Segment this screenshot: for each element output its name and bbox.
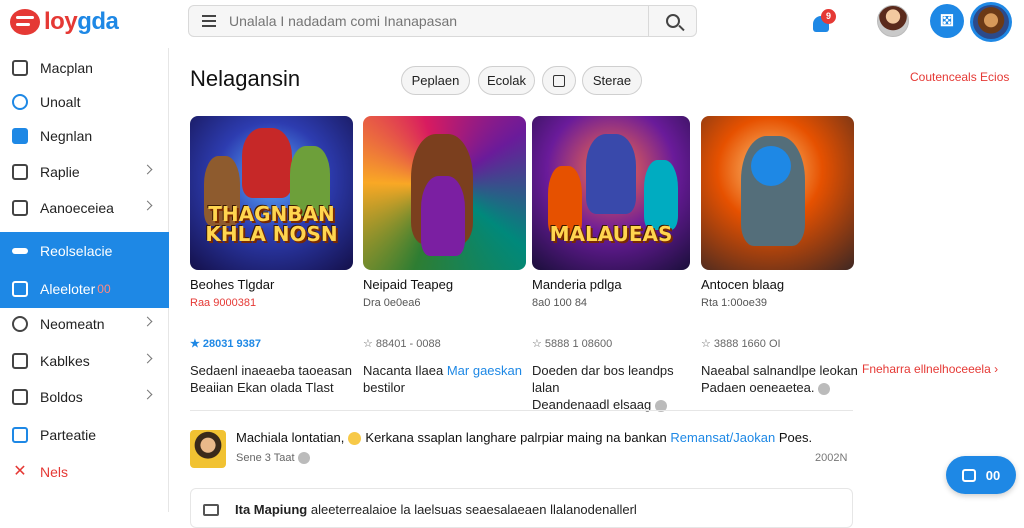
menu-icon[interactable] <box>189 6 229 36</box>
game-description: Naeabal salnandlpe leokan Padaen oeneaete… <box>701 363 858 395</box>
comment-avatar[interactable] <box>190 430 226 468</box>
message-icon <box>203 504 219 516</box>
sidebar-item-home[interactable]: Macplan <box>0 51 169 85</box>
sidebar-item-9[interactable]: Kablkes <box>0 344 169 378</box>
divider <box>190 410 853 411</box>
logo-icon <box>10 9 40 35</box>
filter-chip-1[interactable]: Peplaen <box>401 66 470 95</box>
sidebar-item-4[interactable]: Raplie <box>0 155 169 189</box>
game-title[interactable]: Manderia pdlga <box>532 277 690 292</box>
sidebar-item-2[interactable]: Unoalt <box>0 85 169 119</box>
game-card[interactable]: Antocen blaag Rta 1:00oe39 ☆ 3888 1660 O… <box>701 116 858 395</box>
feed-item-text: Ita Mapiung aleeterrealaioe la laelsuas … <box>235 502 637 517</box>
game-meta: 8a0 100 84 <box>532 297 588 309</box>
emoji-icon <box>348 432 362 446</box>
notifications-button[interactable]: 9 <box>810 9 836 36</box>
sidebar-item-12[interactable]: ✕ Nels <box>0 455 169 489</box>
game-meta: Dra 0e0ea6 <box>363 297 421 309</box>
emoji-icon <box>818 382 831 395</box>
gamepad-button[interactable]: ⚄ <box>930 4 964 38</box>
sidebar-item-badge: 00 <box>97 282 111 296</box>
sidebar-item-6[interactable]: Reolselacie <box>0 232 169 270</box>
sidebar-item-8[interactable]: Neomeatn <box>0 307 169 341</box>
filter-chip-icon[interactable] <box>542 66 576 95</box>
circle-icon <box>12 94 28 110</box>
game-title[interactable]: Beohes Tlgdar <box>190 277 353 292</box>
chevron-right-icon <box>142 389 153 400</box>
folder-icon <box>12 389 28 405</box>
bar-icon <box>12 248 28 254</box>
gamepad-icon: ⚄ <box>940 13 954 30</box>
sidebar-item-11[interactable]: Parteatie <box>0 418 169 452</box>
comment-link[interactable]: Remansat/Jaokan <box>670 430 775 445</box>
news-icon: ✕ <box>13 463 27 480</box>
chat-icon <box>961 468 976 482</box>
message-icon <box>12 281 28 297</box>
search-icon <box>665 14 680 28</box>
search-button[interactable] <box>648 6 696 36</box>
game-rating: ☆ 88401 - 0088 <box>363 338 441 350</box>
page-title: Nelagansin <box>190 66 301 91</box>
filter-chip-4[interactable]: Sterae <box>582 66 642 95</box>
game-card[interactable]: THAGNBAN KHLA NOSN Beohes Tlgdar Raa 900… <box>190 116 353 395</box>
home-icon <box>12 60 28 76</box>
sidebar-item-3[interactable]: Negnlan <box>0 119 169 153</box>
search-bar <box>188 5 697 37</box>
sidebar-item-10[interactable]: Boldos <box>0 380 169 414</box>
game-title[interactable]: Neipaid Teapeg <box>363 277 526 292</box>
chevron-right-icon <box>142 353 153 364</box>
game-banner-text: MALAUEAS <box>549 222 673 246</box>
comment-timestamp: 2002N <box>815 452 848 464</box>
game-card[interactable]: Neipaid Teapeg Dra 0e0ea6 ☆ 88401 - 0088… <box>363 116 526 395</box>
game-description: Doeden dar bos leandps lalan Deandenaadl … <box>532 363 674 412</box>
friend-avatar[interactable] <box>877 5 909 37</box>
filter-chip-2[interactable]: Ecolak <box>478 66 535 95</box>
calendar-icon <box>12 353 28 369</box>
document-icon <box>12 427 28 443</box>
see-all-link[interactable]: Coutenceals Ecios <box>910 70 1009 84</box>
comment-text: Machiala lontatian, Kerkana ssaplan langh… <box>236 430 813 446</box>
game-rating: ☆ 5888 1 08600 <box>532 338 613 350</box>
comment-meta: Sene 3 Taat <box>236 452 310 465</box>
grid-icon <box>553 74 565 87</box>
chevron-right-icon <box>142 164 153 175</box>
game-thumbnail[interactable]: THAGNBAN KHLA NOSN <box>190 116 353 270</box>
chevron-right-icon <box>142 200 153 211</box>
top-bar: loygda 9 ⚄ <box>0 0 1024 48</box>
game-rating: ☆ 3888 1660 OI <box>701 338 781 350</box>
user-avatar[interactable] <box>970 2 1012 42</box>
search-input[interactable] <box>229 6 648 36</box>
game-description: Sedaenl inaeaeba taoeasan Beaiian Ekan ol… <box>190 363 352 395</box>
game-thumbnail[interactable]: MALAUEAS <box>532 116 690 270</box>
game-thumbnail[interactable] <box>363 116 526 270</box>
sidebar-item-7[interactable]: Aleeloter 00 <box>0 270 169 308</box>
brand-name: loygda <box>44 8 119 35</box>
game-meta: Raa 9000381 <box>190 297 257 309</box>
chevron-right-icon <box>142 316 153 327</box>
description-link[interactable]: Mar gaeskan <box>447 363 522 378</box>
more-link[interactable]: Fneharra ellnelhoceeela › <box>862 362 998 376</box>
game-meta: Rta 1:00oe39 <box>701 297 768 309</box>
game-thumbnail[interactable] <box>701 116 854 270</box>
logo[interactable]: loygda <box>10 8 119 36</box>
list-icon <box>12 164 28 180</box>
notification-badge: 9 <box>821 9 836 24</box>
user-icon <box>12 316 28 332</box>
window-icon <box>12 200 28 216</box>
game-banner-text: THAGNBAN KHLA NOSN <box>205 202 338 246</box>
game-description: Nacanta Ilaea Mar gaeskan bestilor <box>363 363 522 395</box>
feed-item[interactable]: Ita Mapiung aleeterrealaioe la laelsuas … <box>190 488 853 528</box>
chat-button[interactable]: 00 <box>946 456 1016 494</box>
game-title[interactable]: Antocen blaag <box>701 277 854 292</box>
game-card[interactable]: MALAUEAS Manderia pdlga 8a0 100 84 ☆ 588… <box>532 116 690 412</box>
comment-author[interactable]: Machiala lontatian, <box>236 430 344 445</box>
reaction-icon <box>297 452 310 465</box>
sidebar-item-5[interactable]: Aanoeceiea <box>0 191 169 225</box>
sidebar: Macplan Unoalt Negnlan Raplie Aanoeceiea… <box>0 48 169 512</box>
game-rating: ★ 28031 9387 <box>190 338 262 350</box>
chart-icon <box>12 128 28 144</box>
